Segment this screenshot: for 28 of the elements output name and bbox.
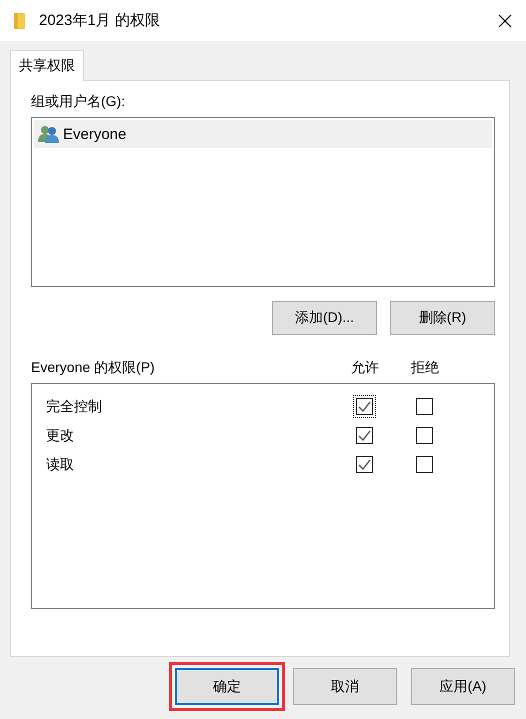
group-list[interactable]: Everyone	[31, 117, 495, 287]
close-icon[interactable]	[498, 14, 512, 28]
folder-icon	[14, 12, 25, 28]
users-icon	[38, 125, 60, 143]
column-header: 允许	[350, 359, 380, 377]
group-button[interactable]: 添加(D)...	[272, 301, 377, 335]
permissions-label: Everyone 的权限(P)	[31, 359, 156, 377]
permission-name: 读取	[46, 456, 75, 474]
tab[interactable]: 共享权限	[10, 50, 84, 81]
group-item[interactable]: Everyone	[34, 120, 492, 148]
checkmark-icon	[358, 459, 370, 470]
dialog-button[interactable]: 确定	[175, 668, 279, 705]
groups-label: 组或用户名(G):	[31, 93, 126, 111]
window-title: 2023年1月 的权限	[39, 11, 161, 30]
dialog-button[interactable]: 取消	[293, 668, 397, 705]
checkbox[interactable]	[416, 456, 432, 473]
group-button[interactable]: 删除(R)	[390, 301, 495, 335]
checkbox[interactable]	[356, 456, 372, 473]
checkmark-icon	[358, 401, 370, 412]
checkmark-icon	[358, 430, 370, 441]
checkbox[interactable]	[416, 427, 432, 444]
group-name: Everyone	[63, 126, 126, 142]
permission-name: 更改	[46, 426, 75, 444]
column-header: 拒绝	[410, 359, 440, 377]
checkbox[interactable]	[416, 398, 432, 415]
permission-name: 完全控制	[46, 398, 103, 416]
dialog-button[interactable]: 应用(A)	[411, 668, 515, 705]
checkbox[interactable]	[356, 427, 372, 444]
